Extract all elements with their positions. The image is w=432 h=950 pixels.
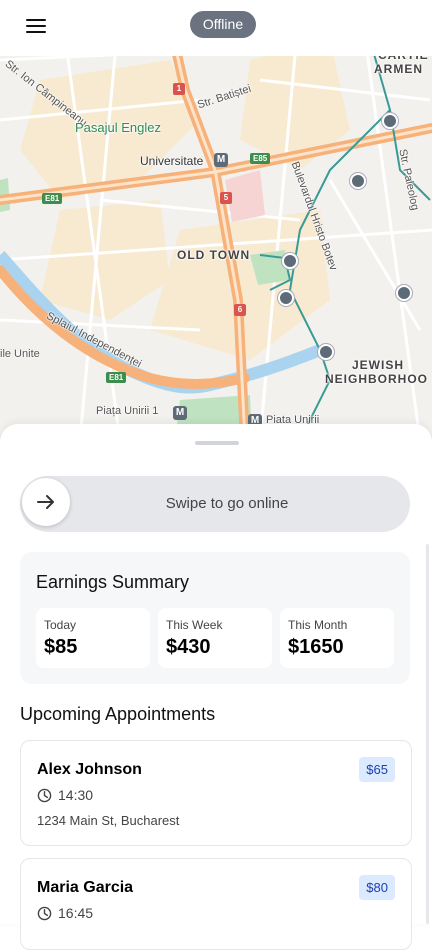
poi-marker[interactable] bbox=[318, 344, 334, 360]
road-shield: 1 bbox=[173, 83, 185, 95]
map-view[interactable]: Str. Ion Câmpineanu Pasajul Englez Unive… bbox=[0, 0, 432, 440]
metro-icon[interactable]: M bbox=[214, 153, 228, 167]
poi-marker[interactable] bbox=[350, 173, 366, 189]
earnings-this-week: This Week $430 bbox=[158, 608, 272, 668]
place-label: Piața Unirii 1 bbox=[96, 405, 159, 417]
appointment-card[interactable]: Alex Johnson $65 14:30 1234 Main St, Buc… bbox=[20, 740, 412, 846]
earnings-value: $430 bbox=[166, 636, 211, 658]
earnings-label: Today bbox=[44, 618, 77, 632]
appointments-title: Upcoming Appointments bbox=[20, 704, 216, 724]
clock-icon bbox=[37, 788, 52, 803]
earnings-summary-card: Earnings Summary Today $85 This Week $43… bbox=[20, 552, 410, 684]
poi-marker[interactable] bbox=[382, 113, 398, 129]
earnings-today: Today $85 bbox=[36, 608, 150, 668]
street-label: ile Unite bbox=[0, 348, 40, 360]
appointment-address: 1234 Main St, Bucharest bbox=[37, 813, 180, 828]
status-badge: Offline bbox=[190, 11, 256, 38]
earnings-label: This Month bbox=[288, 618, 348, 632]
top-bar: Offline bbox=[0, 0, 432, 56]
earnings-title: Earnings Summary bbox=[36, 572, 190, 592]
metro-icon[interactable]: M bbox=[173, 406, 187, 420]
poi-marker[interactable] bbox=[278, 290, 294, 306]
earnings-value: $1650 bbox=[288, 636, 344, 658]
road-shield: 6 bbox=[234, 304, 246, 316]
appointment-card[interactable]: Maria Garcia $80 16:45 bbox=[20, 858, 412, 950]
poi-marker[interactable] bbox=[282, 253, 298, 269]
price-badge: $65 bbox=[359, 757, 395, 782]
road-shield: E81 bbox=[106, 372, 127, 383]
district-label: ARMEN bbox=[374, 62, 423, 76]
district-label: OLD TOWN bbox=[177, 248, 251, 262]
poi-marker[interactable] bbox=[396, 285, 412, 301]
client-name: Maria Garcia bbox=[37, 879, 134, 896]
appointment-time: 16:45 bbox=[37, 905, 93, 921]
district-label: JEWISH bbox=[352, 358, 405, 372]
clock-icon bbox=[37, 906, 52, 921]
scrollbar[interactable] bbox=[426, 544, 429, 924]
hamburger-menu-icon[interactable] bbox=[26, 16, 46, 34]
road-shield: 5 bbox=[220, 192, 232, 204]
swipe-label: Swipe to go online bbox=[165, 495, 289, 512]
appointment-time: 14:30 bbox=[37, 787, 93, 803]
client-name: Alex Johnson bbox=[37, 761, 142, 778]
earnings-value: $85 bbox=[44, 636, 78, 658]
drag-handle[interactable] bbox=[195, 441, 239, 445]
district-label: NEIGHBORHOO bbox=[325, 372, 429, 386]
road-shield: E81 bbox=[42, 193, 63, 204]
bottom-sheet[interactable]: Swipe to go online Earnings Summary Toda… bbox=[0, 424, 432, 950]
earnings-this-month: This Month $1650 bbox=[280, 608, 394, 668]
swipe-to-go-online-slider[interactable]: Swipe to go online bbox=[20, 476, 410, 532]
price-badge: $80 bbox=[359, 875, 395, 900]
earnings-label: This Week bbox=[166, 618, 223, 632]
time-text: 14:30 bbox=[58, 787, 94, 803]
time-text: 16:45 bbox=[58, 905, 94, 921]
road-shield: E85 bbox=[250, 153, 271, 164]
place-label: Universitate bbox=[140, 154, 204, 168]
place-label: Pasajul Englez bbox=[75, 120, 161, 135]
